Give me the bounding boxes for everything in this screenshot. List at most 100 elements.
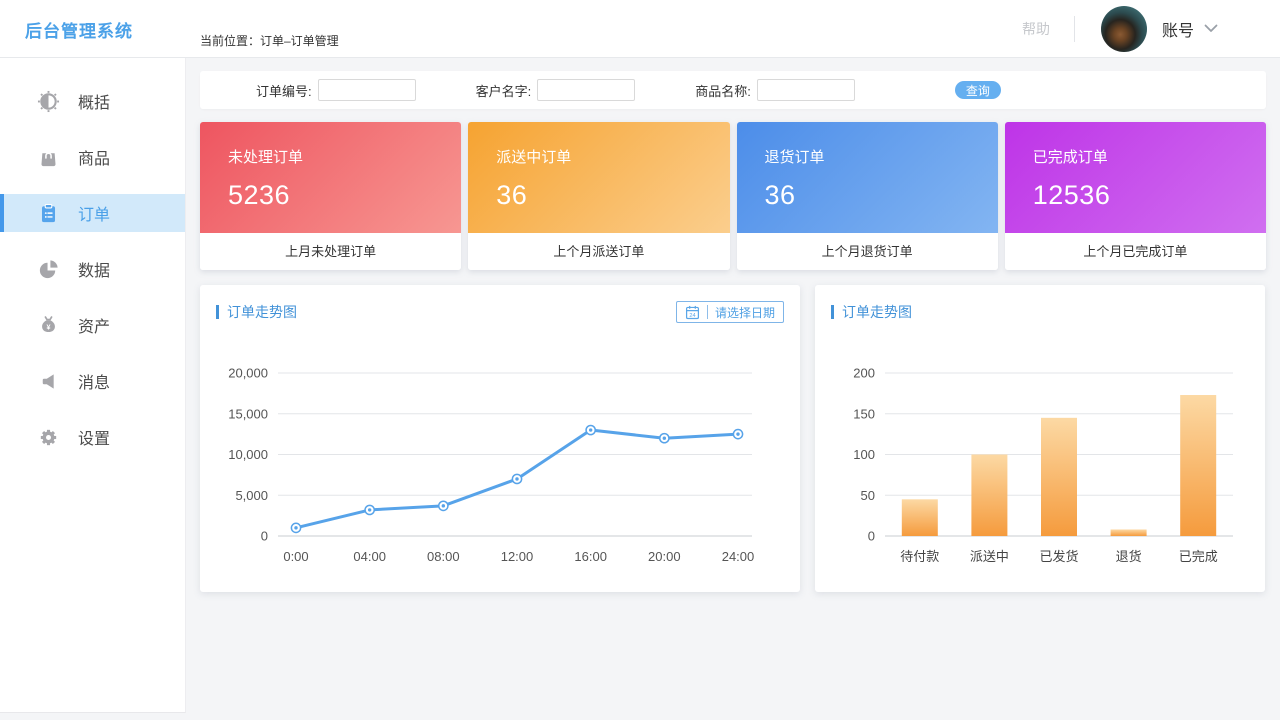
svg-text:24: 24: [689, 312, 695, 318]
gear-icon: [36, 425, 60, 449]
svg-text:12:00: 12:00: [501, 549, 534, 564]
line-chart-title: 订单走势图: [227, 302, 297, 322]
date-picker-divider: [707, 305, 708, 319]
speaker-icon: [36, 369, 60, 393]
stat-card-return-orders: 退货订单 36 上个月退货订单: [737, 122, 998, 270]
stat-card-footer: 上个月已完成订单: [1005, 233, 1266, 270]
svg-text:已完成: 已完成: [1179, 549, 1218, 564]
pie-icon: [36, 257, 60, 281]
search-field-customer-name: 客户名字:: [476, 79, 636, 101]
help-link[interactable]: 帮助: [1022, 19, 1050, 39]
account-label[interactable]: 账号: [1162, 17, 1194, 41]
svg-text:08:00: 08:00: [427, 549, 460, 564]
svg-text:5,000: 5,000: [235, 488, 268, 503]
stat-card-footer: 上个月派送订单: [468, 233, 729, 270]
query-button[interactable]: 查询: [955, 81, 1001, 99]
line-chart: 0 5,000 10,000 15,000 20,000 0:00 04:00 08:00 12…: [200, 285, 800, 592]
svg-text:0: 0: [868, 529, 875, 544]
sidebar-item-settings[interactable]: 设置: [0, 418, 185, 456]
bar-chart-title: 订单走势图: [842, 302, 912, 322]
sidebar-item-label: 订单: [78, 201, 110, 225]
sidebar-item-orders[interactable]: 订单: [0, 194, 185, 232]
stat-cards: 未处理订单 5236 上月未处理订单派送中订单36上个月派送订单 退货订单 36 上个月退…: [200, 122, 1266, 270]
stat-card-gradient: 已完成订单 12536: [1005, 122, 1266, 233]
stat-card-gradient: 派送中订单36: [468, 122, 729, 233]
stat-card-value: 12536: [1033, 180, 1238, 211]
svg-text:20,000: 20,000: [228, 366, 268, 381]
svg-text:10,000: 10,000: [228, 447, 268, 462]
sidebar-item-overview[interactable]: 概括: [0, 82, 185, 120]
search-field-product-name: 商品名称:: [695, 79, 855, 101]
sidebar-item-label: 消息: [78, 369, 110, 393]
svg-text:100: 100: [853, 447, 875, 462]
stat-card-delivering-orders: 派送中订单36上个月派送订单: [468, 122, 729, 270]
stat-card-gradient: 未处理订单 5236: [200, 122, 461, 233]
clipboard-icon: [36, 201, 60, 225]
stat-card-title: 退货订单: [765, 146, 970, 167]
header-right: 帮助 账号: [1022, 0, 1280, 57]
svg-text:16:00: 16:00: [574, 549, 607, 564]
sidebar-item-data[interactable]: 数据: [0, 250, 185, 288]
bar-chart-header: 订单走势图: [831, 301, 1249, 323]
sidebar-item-label: 概括: [78, 89, 110, 113]
contrast-icon: [36, 89, 60, 113]
calendar-icon: 24: [685, 305, 700, 320]
search-field-label: 商品名称:: [695, 81, 751, 100]
search-field-label: 客户名字:: [476, 81, 532, 100]
svg-text:150: 150: [853, 406, 875, 421]
sidebar-item-assets[interactable]: ¥资产: [0, 306, 185, 344]
bar-chart-panel: 0 50 100 150 200 待付款 派送中 已发货 退货 已完成 订单走势图: [815, 285, 1265, 592]
stat-card-title: 未处理订单: [228, 146, 433, 167]
stat-card-value: 5236: [228, 180, 433, 211]
search-panel: 订单编号: 客户名字: 商品名称: 查询: [200, 71, 1266, 109]
top-header: 后台管理系统 当前位置：订单–订单管理 帮助 账号: [0, 0, 1280, 58]
breadcrumb: 当前位置：订单–订单管理: [200, 32, 339, 49]
stat-card-completed-orders: 已完成订单 12536 上个月已完成订单: [1005, 122, 1266, 270]
panel-title-accent: [216, 305, 219, 319]
svg-text:200: 200: [853, 366, 875, 381]
date-picker-button[interactable]: 24 请选择日期: [676, 301, 784, 323]
svg-text:0:00: 0:00: [283, 549, 308, 564]
stat-card-unprocessed-orders: 未处理订单 5236 上月未处理订单: [200, 122, 461, 270]
search-field-label: 订单编号:: [256, 81, 312, 100]
header-divider: [1074, 16, 1075, 42]
svg-text:¥: ¥: [46, 323, 50, 331]
sidebar-item-products[interactable]: 商品: [0, 138, 185, 176]
date-picker-label: 请选择日期: [715, 304, 775, 321]
panel-title-accent: [831, 305, 834, 319]
svg-text:24:00: 24:00: [722, 549, 755, 564]
customer-name-input[interactable]: [537, 79, 635, 101]
line-chart-header: 订单走势图 24 请选择日期: [216, 301, 784, 323]
search-fields: 订单编号: 客户名字: 商品名称:: [200, 79, 855, 101]
stat-card-title: 已完成订单: [1033, 146, 1238, 167]
stat-card-value: 36: [496, 180, 701, 211]
moneybag-icon: ¥: [36, 313, 60, 337]
sidebar-item-label: 数据: [78, 257, 110, 281]
bar-chart: 0 50 100 150 200 待付款 派送中 已发货 退货 已完成: [815, 285, 1265, 592]
svg-text:派送中: 派送中: [970, 549, 1009, 564]
sidebar-item-label: 设置: [78, 425, 110, 449]
svg-text:15,000: 15,000: [228, 406, 268, 421]
svg-text:已发货: 已发货: [1039, 549, 1078, 564]
sidebar: 概括商品订单数据 ¥资产消息设置: [0, 58, 186, 713]
line-chart-panel: 0 5,000 10,000 15,000 20,000 0:00 04:00 08:00 12…: [200, 285, 800, 592]
sidebar-item-label: 商品: [78, 145, 110, 169]
sidebar-item-messages[interactable]: 消息: [0, 362, 185, 400]
chevron-down-icon[interactable]: [1204, 24, 1218, 33]
bag-icon: [36, 145, 60, 169]
stat-card-value: 36: [765, 180, 970, 211]
avatar[interactable]: [1101, 6, 1147, 52]
svg-text:待付款: 待付款: [900, 549, 939, 564]
admin-dashboard: 后台管理系统 当前位置：订单–订单管理 帮助 账号 概括商品订单数据 ¥资产消息设…: [0, 0, 1280, 720]
svg-text:0: 0: [261, 529, 268, 544]
app-title: 后台管理系统: [25, 17, 133, 42]
stat-card-footer: 上个月退货订单: [737, 233, 998, 270]
svg-text:退货: 退货: [1116, 549, 1142, 564]
svg-text:20:00: 20:00: [648, 549, 681, 564]
order-number-input[interactable]: [318, 79, 416, 101]
search-field-order-number: 订单编号:: [256, 79, 416, 101]
product-name-input[interactable]: [757, 79, 855, 101]
svg-text:04:00: 04:00: [353, 549, 386, 564]
svg-text:50: 50: [861, 488, 875, 503]
stat-card-footer: 上月未处理订单: [200, 233, 461, 270]
